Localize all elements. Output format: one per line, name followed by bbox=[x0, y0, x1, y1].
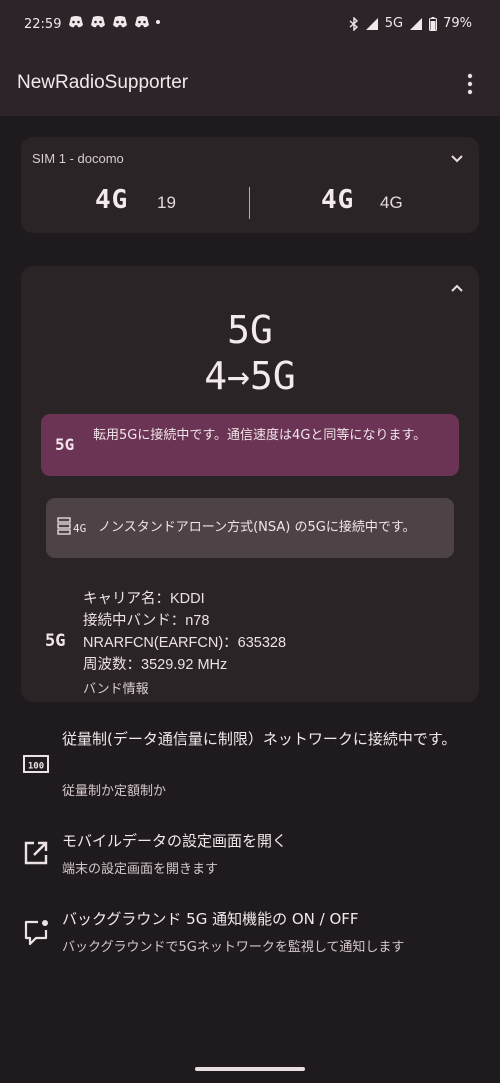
nsa-anchor-icon bbox=[57, 517, 71, 542]
svg-text:100: 100 bbox=[28, 762, 44, 772]
open-external-icon bbox=[24, 841, 48, 865]
sim-right-value: 4G bbox=[380, 193, 403, 212]
sim-card[interactable]: SIM 1 - docomo 4G 19 4G 4G bbox=[21, 137, 479, 233]
status-bar: 22:59 5G 79% bbox=[0, 0, 500, 50]
chevron-down-icon[interactable] bbox=[449, 151, 465, 167]
app-bar: NewRadioSupporter bbox=[0, 50, 500, 116]
sim-left-network: 4G bbox=[95, 185, 129, 215]
bluetooth-icon bbox=[349, 16, 358, 31]
background-notification-row[interactable]: バックグラウンド 5G 通知機能の ON / OFF バックグラウンドで5Gネッ… bbox=[0, 908, 500, 958]
band-info-link[interactable]: バンド情報 bbox=[83, 678, 149, 697]
app-title: NewRadioSupporter bbox=[17, 72, 189, 93]
more-vert-icon[interactable] bbox=[460, 72, 480, 96]
network-transition-display: 4→5G bbox=[204, 354, 296, 398]
sim-title: SIM 1 - docomo bbox=[32, 151, 124, 166]
dss-message: 転用5Gに接続中です。通信速度は4Gと同等になります。 bbox=[93, 428, 427, 443]
meter-icon: 100 bbox=[23, 755, 49, 773]
mobile-data-subtitle: 端末の設定画面を開きます bbox=[62, 862, 219, 877]
connected-band: 接続中バンド：n78 bbox=[83, 613, 210, 629]
info-5g-icon: 5G bbox=[45, 631, 66, 651]
status-time: 22:59 bbox=[24, 17, 62, 32]
battery-percent: 79% bbox=[443, 16, 472, 31]
notification-icons bbox=[68, 16, 160, 28]
carrier-name: キャリア名：KDDI bbox=[83, 591, 205, 607]
nsa-banner: 4G ノンスタンドアローン方式(NSA) の5Gに接続中です。 bbox=[46, 498, 454, 558]
network-type-label: 5G bbox=[384, 16, 404, 31]
network-type-display: 5G bbox=[227, 308, 273, 352]
more-notifications-dot-icon bbox=[156, 20, 160, 24]
discord-icon bbox=[91, 16, 105, 28]
mobile-data-settings-row[interactable]: モバイルデータの設定画面を開く 端末の設定画面を開きます bbox=[0, 830, 500, 880]
battery-icon bbox=[429, 16, 438, 31]
status-right: 5G 79% bbox=[349, 16, 472, 31]
cell-signal-icon bbox=[410, 17, 423, 30]
background-notification-subtitle: バックグラウンドで5Gネットワークを監視して通知します bbox=[62, 940, 405, 955]
notification-message-icon bbox=[24, 920, 48, 946]
nsa-4g-badge: 4G bbox=[73, 522, 87, 535]
metered-network-row[interactable]: 100 従量制(データ通信量に制限）ネットワークに接続中です。 従量制か定額制か bbox=[0, 728, 500, 808]
wifi-signal-icon bbox=[365, 17, 378, 30]
discord-icon bbox=[113, 16, 127, 28]
background-notification-title: バックグラウンド 5G 通知機能の ON / OFF bbox=[62, 910, 359, 928]
dss-banner: 5G 転用5Gに接続中です。通信速度は4Gと同等になります。 bbox=[41, 414, 459, 476]
discord-icon bbox=[135, 16, 149, 28]
mobile-data-title: モバイルデータの設定画面を開く bbox=[62, 832, 288, 850]
discord-icon bbox=[69, 16, 83, 28]
connection-info: キャリア名：KDDI 接続中バンド：n78 NRARFCN(EARFCN)：63… bbox=[83, 588, 286, 676]
network-detail-card[interactable]: 5G 4→5G 5G 転用5Gに接続中です。通信速度は4Gと同等になります。 4… bbox=[21, 266, 479, 702]
metered-title: 従量制(データ通信量に制限）ネットワークに接続中です。 bbox=[62, 730, 457, 748]
arfcn-value: NRARFCN(EARFCN)：635328 bbox=[83, 635, 287, 651]
dss-5g-badge-icon: 5G bbox=[55, 435, 75, 454]
gesture-navigation-bar[interactable] bbox=[195, 1067, 305, 1071]
frequency-value: 周波数：3529.92 MHz bbox=[83, 657, 228, 673]
sim-left-value: 19 bbox=[157, 193, 176, 212]
nsa-message: ノンスタンドアローン方式(NSA) の5Gに接続中です。 bbox=[98, 520, 416, 535]
metered-subtitle: 従量制か定額制か bbox=[62, 784, 167, 799]
sim-right-network: 4G bbox=[321, 185, 355, 215]
chevron-up-icon[interactable] bbox=[449, 280, 465, 296]
sim-divider bbox=[249, 187, 250, 219]
